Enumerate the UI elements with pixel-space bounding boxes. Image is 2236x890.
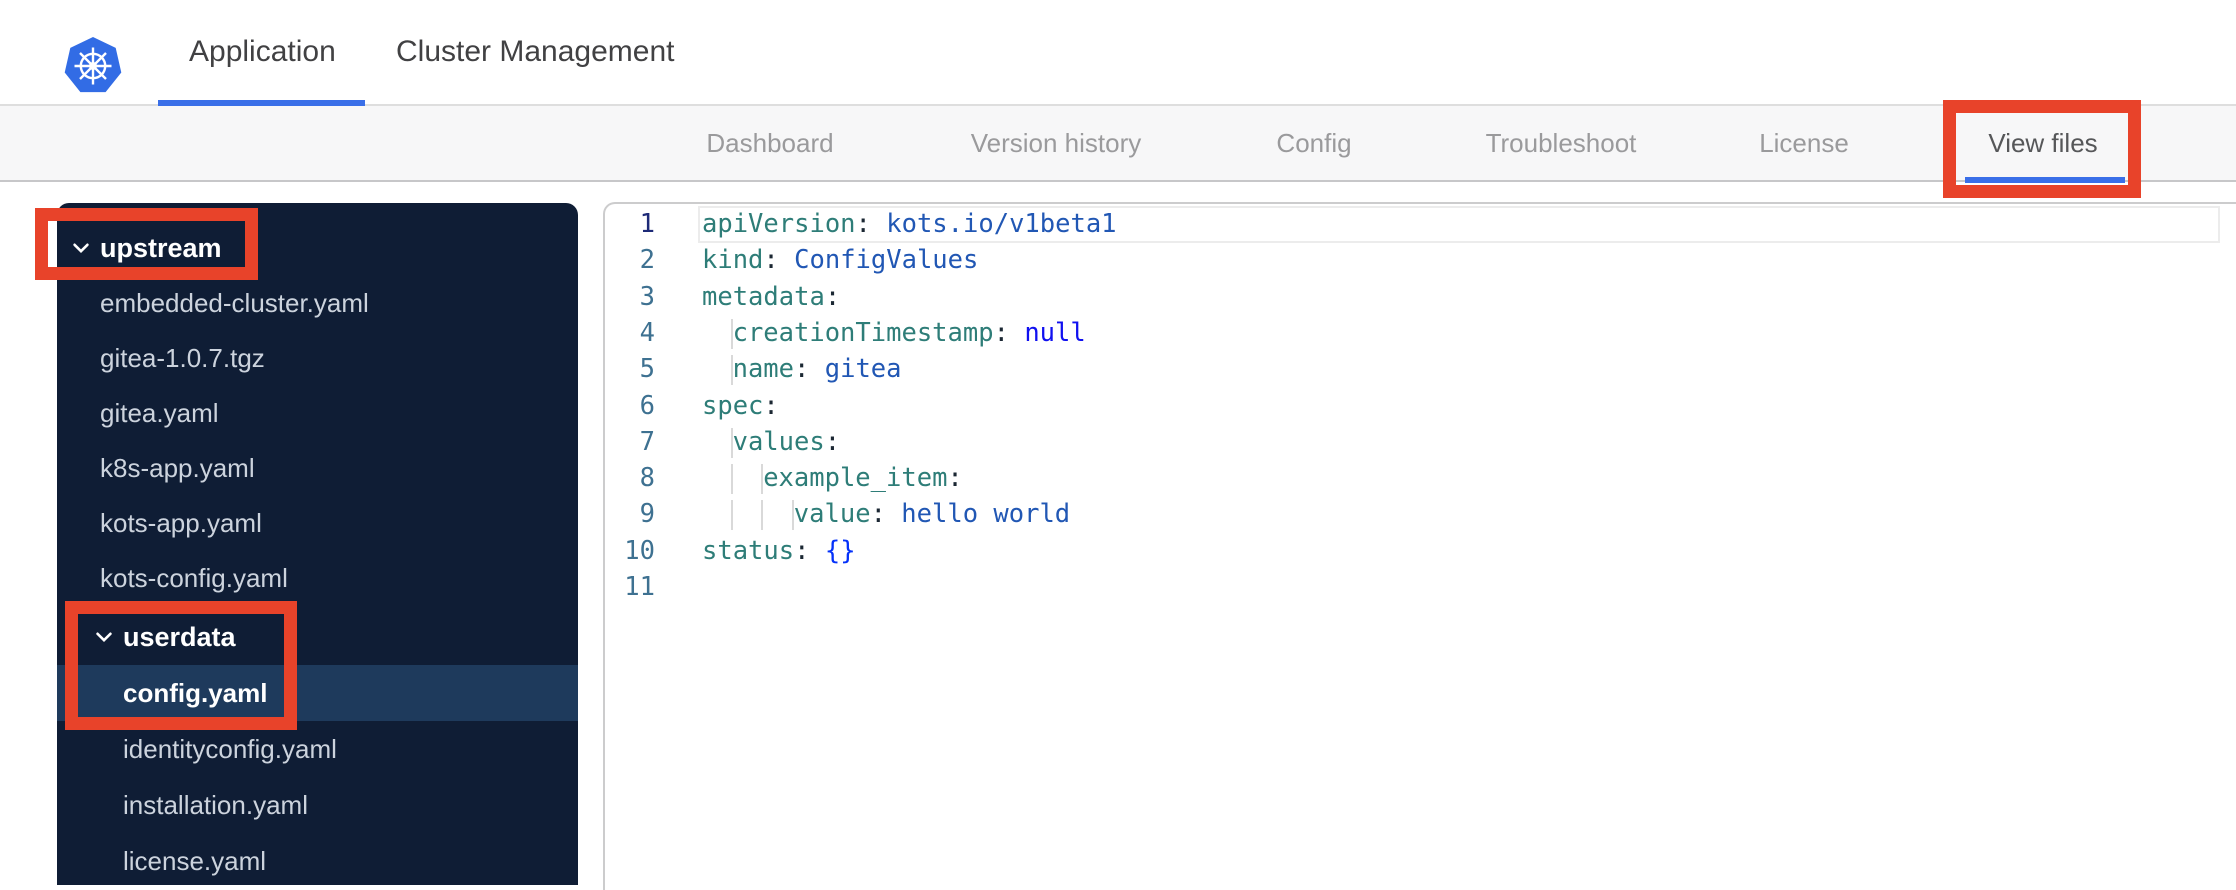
subnav-tab-view-files[interactable]: View files	[1988, 106, 2097, 180]
code-text: values:	[732, 426, 841, 457]
file-tree-label: license.yaml	[123, 845, 267, 876]
file-tree-item-k8s-app-yaml[interactable]: k8s-app.yaml	[57, 440, 578, 496]
file-tree-label: installation.yaml	[123, 789, 308, 820]
file-tree-label: userdata	[123, 621, 236, 652]
line-number: 4	[639, 317, 655, 348]
file-tree-item-kots-app-yaml[interactable]: kots-app.yaml	[57, 495, 578, 551]
code-text: value: hello world	[793, 499, 1071, 530]
view-files-active-underline	[1965, 177, 2125, 183]
code-line-7[interactable]: 7 values:	[605, 424, 2236, 461]
indent-guide	[730, 464, 733, 495]
file-tree-item-identityconfig-yaml[interactable]: identityconfig.yaml	[57, 721, 578, 777]
code-line-11[interactable]: 11	[605, 569, 2236, 606]
file-tree-item-gitea-1-0-7-tgz[interactable]: gitea-1.0.7.tgz	[57, 330, 578, 386]
code-line-1[interactable]: 1 apiVersion: kots.io/v1beta1	[605, 206, 2236, 243]
chevron-down-icon	[73, 243, 89, 254]
tab-application[interactable]: Application	[189, 0, 336, 104]
code-text: metadata:	[702, 281, 841, 312]
file-tree-item-gitea-yaml[interactable]: gitea.yaml	[57, 385, 578, 441]
subnav-tab-dashboard[interactable]: Dashboard	[706, 106, 833, 180]
file-tree-item-embedded-cluster-yaml[interactable]: embedded-cluster.yaml	[57, 275, 578, 331]
chevron-down-icon	[96, 632, 112, 643]
code-line-5[interactable]: 5 name: gitea	[605, 351, 2236, 388]
line-number: 8	[639, 463, 655, 494]
code-text: apiVersion: kots.io/v1beta1	[702, 209, 1117, 239]
top-navbar: Application Cluster Management	[0, 0, 2236, 106]
file-tree-item-config-yaml[interactable]: config.yaml	[57, 665, 578, 721]
file-tree-label: gitea.yaml	[100, 397, 219, 428]
kubernetes-logo-icon[interactable]	[62, 35, 124, 97]
kots-admin-console: Application Cluster Management Dashboard…	[0, 0, 2236, 890]
file-tree-item-license-yaml[interactable]: license.yaml	[57, 833, 578, 889]
line-number: 11	[624, 572, 655, 602]
line-number: 2	[639, 245, 655, 276]
subnav-tab-troubleshoot[interactable]: Troubleshoot	[1486, 106, 1637, 180]
line-number: 5	[639, 354, 655, 385]
code-text: kind: ConfigValues	[702, 245, 979, 276]
file-tree-label: gitea-1.0.7.tgz	[100, 342, 265, 373]
file-tree-label: config.yaml	[123, 677, 268, 708]
line-number: 10	[624, 535, 655, 566]
file-tree-label: kots-app.yaml	[100, 507, 262, 538]
code-line-9[interactable]: 9 value: hello world	[605, 496, 2236, 533]
file-tree-label: k8s-app.yaml	[100, 452, 255, 483]
code-line-2[interactable]: 2 kind: ConfigValues	[605, 242, 2236, 279]
code-text: example_item:	[763, 463, 963, 494]
subnav-tab-version-history[interactable]: Version history	[971, 106, 1142, 180]
indent-guide	[761, 500, 764, 531]
subnav-tab-license[interactable]: License	[1759, 106, 1849, 180]
indent-guide	[730, 500, 733, 531]
line-number: 7	[639, 426, 655, 457]
line-number: 6	[639, 390, 655, 421]
file-tree-item-upstream[interactable]: upstream	[57, 220, 578, 276]
tab-cluster-management[interactable]: Cluster Management	[396, 0, 674, 104]
code-line-6[interactable]: 6 spec:	[605, 388, 2236, 425]
file-tree-label: kots-config.yaml	[100, 562, 288, 593]
file-editor[interactable]: 1 apiVersion: kots.io/v1beta1 2 kind: Confi…	[603, 202, 2236, 890]
code-text: status: {}	[702, 535, 856, 566]
file-tree-item-kots-config-yaml[interactable]: kots-config.yaml	[57, 550, 578, 606]
file-tree-label: identityconfig.yaml	[123, 733, 337, 764]
app-subnav: Dashboard Version history Config Troublesho…	[0, 106, 2236, 182]
subnav-tab-config[interactable]: Config	[1276, 106, 1351, 180]
code-line-10[interactable]: 10 status: {}	[605, 533, 2236, 570]
code-text: name: gitea	[732, 354, 902, 385]
file-tree-sidebar: upstream embedded-cluster.yaml gitea-1.0.7…	[57, 203, 578, 885]
code-line-3[interactable]: 3 metadata:	[605, 279, 2236, 316]
code-line-4[interactable]: 4 creationTimestamp: null	[605, 315, 2236, 352]
code-text: spec:	[702, 390, 779, 421]
file-tree-item-userdata[interactable]: userdata	[57, 609, 578, 665]
code-text: creationTimestamp: null	[732, 317, 1086, 348]
code-line-8[interactable]: 8 example_item:	[605, 460, 2236, 497]
file-tree-label: upstream	[100, 232, 222, 263]
line-number: 3	[639, 281, 655, 312]
line-number: 9	[639, 499, 655, 530]
file-tree-item-installation-yaml[interactable]: installation.yaml	[57, 777, 578, 833]
line-number: 1	[639, 209, 655, 239]
file-tree-label: embedded-cluster.yaml	[100, 287, 369, 318]
